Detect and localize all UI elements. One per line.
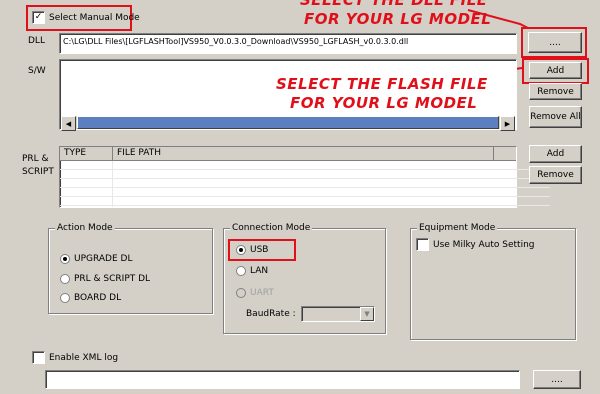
annotation-dll-line2: FOR YOUR LG MODEL <box>304 10 492 28</box>
scroll-left-icon[interactable]: ◀ <box>61 116 76 131</box>
dll-browse-button[interactable]: .... <box>528 32 582 53</box>
action-board-label: BOARD DL <box>74 293 122 303</box>
radio-selected-icon <box>60 254 70 264</box>
connection-mode-title: Connection Mode <box>230 223 313 233</box>
radio-disabled-icon <box>236 288 246 298</box>
sw-label: S/W <box>28 66 46 76</box>
radio-selected-icon <box>236 245 246 255</box>
sw-remove-button[interactable]: Remove <box>529 83 582 100</box>
milky-auto-label: Use Milky Auto Setting <box>433 239 535 250</box>
sw-scrollbar[interactable]: ◀ ▶ <box>61 116 515 131</box>
action-board-radio[interactable]: BOARD DL <box>60 293 121 303</box>
column-header-type[interactable]: TYPE <box>60 147 113 160</box>
xml-log-browse-button[interactable]: .... <box>533 370 581 389</box>
radio-icon <box>60 293 70 303</box>
milky-auto-checkbox[interactable]: Use Milky Auto Setting <box>416 238 535 251</box>
connection-lan-label: LAN <box>250 266 269 276</box>
xml-log-path-field[interactable] <box>45 370 520 389</box>
baudrate-select[interactable]: ▼ <box>301 306 375 322</box>
prl-table-grid <box>60 161 550 207</box>
prl-remove-button[interactable]: Remove <box>529 166 582 184</box>
action-prl-radio[interactable]: PRL & SCRIPT DL <box>60 274 150 284</box>
connection-uart-label: UART <box>250 288 274 298</box>
checkbox-icon <box>32 351 45 364</box>
annotation-flash-line2: FOR YOUR LG MODEL <box>290 94 478 112</box>
checkbox-icon <box>416 238 429 251</box>
connection-lan-radio[interactable]: LAN <box>236 266 268 276</box>
annotation-dll-line1: SELECT THE DLL FILE <box>300 0 488 9</box>
action-upgrade-radio[interactable]: UPGRADE DL <box>60 254 132 264</box>
connection-usb-radio[interactable]: USB <box>236 245 268 255</box>
action-prl-label: PRL & SCRIPT DL <box>74 274 151 284</box>
radio-icon <box>236 266 246 276</box>
dll-path-text: C:\LG\DLL Files\[LGFLASHTool]VS950_V0.0.… <box>63 37 409 46</box>
xml-log-checkbox[interactable]: Enable XML log <box>32 351 118 364</box>
dll-path-field[interactable]: C:\LG\DLL Files\[LGFLASHTool]VS950_V0.0.… <box>59 33 517 54</box>
annotation-flash-line1: SELECT THE FLASH FILE <box>276 75 488 93</box>
action-mode-title: Action Mode <box>55 223 115 233</box>
prl-table-header: TYPE FILE PATH <box>60 147 516 161</box>
dll-label: DLL <box>28 36 45 46</box>
prl-label: PRL & <box>22 154 49 164</box>
equipment-mode-title: Equipment Mode <box>417 223 498 233</box>
sw-add-button[interactable]: Add <box>529 62 582 79</box>
chevron-down-icon[interactable]: ▼ <box>360 307 374 321</box>
prl-add-button[interactable]: Add <box>529 145 582 163</box>
checkmark-icon: ✓ <box>32 11 45 24</box>
sw-remove-all-button[interactable]: Remove All <box>529 106 582 128</box>
prl-table[interactable]: TYPE FILE PATH <box>59 146 550 208</box>
scroll-thumb[interactable] <box>77 116 499 129</box>
action-upgrade-label: UPGRADE DL <box>74 254 133 264</box>
xml-log-label: Enable XML log <box>49 352 119 363</box>
radio-icon <box>60 274 70 284</box>
scroll-right-icon[interactable]: ▶ <box>500 116 515 131</box>
column-header-file-path[interactable]: FILE PATH <box>113 147 494 160</box>
manual-mode-checkbox[interactable]: ✓ Select Manual Mode <box>32 11 140 24</box>
manual-mode-label: Select Manual Mode <box>49 12 140 23</box>
column-divider <box>112 161 113 207</box>
baudrate-label: BaudRate : <box>246 309 296 319</box>
script-label: SCRIPT <box>22 167 54 177</box>
connection-usb-label: USB <box>250 245 269 255</box>
connection-uart-radio: UART <box>236 288 274 298</box>
